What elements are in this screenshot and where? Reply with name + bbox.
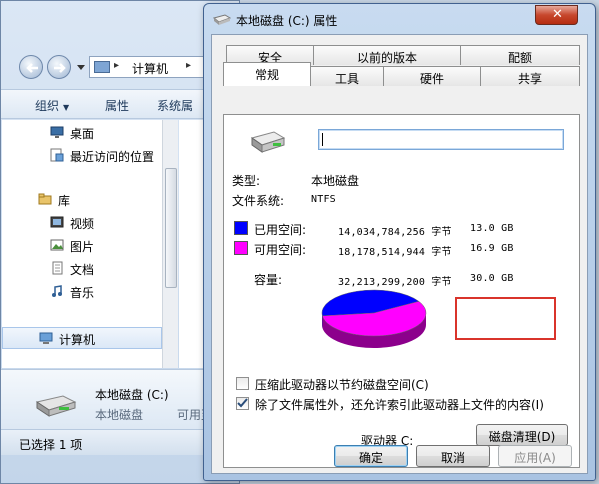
nav-item-label: 音乐: [70, 286, 95, 300]
tab-hardware[interactable]: 硬件: [383, 66, 481, 86]
hard-drive-icon: [250, 131, 286, 153]
properties-dialog: 本地磁盘 (C:) 属性 ✕ 安全 以前的版本 配额 常规 工具 硬件 共享 类…: [203, 3, 596, 481]
capacity-size: 30.0 GB: [470, 273, 514, 284]
divider: [232, 213, 548, 214]
selected-item-name: 本地磁盘 (C:): [95, 388, 169, 402]
index-label[interactable]: 除了文件属性外，还允许索引此驱动器上文件的内容(I): [255, 396, 544, 413]
computer-icon: [94, 61, 110, 73]
computer-icon: [39, 332, 53, 344]
nav-item-label: 图片: [70, 240, 95, 254]
disk-cleanup-button[interactable]: 磁盘清理(D): [476, 424, 568, 446]
system-properties-button[interactable]: 系统属: [157, 97, 193, 114]
video-icon: [50, 216, 64, 228]
divider: [232, 263, 548, 264]
index-checkbox[interactable]: [236, 397, 249, 410]
close-icon: ✕: [552, 7, 563, 22]
free-space-size: 16.9 GB: [470, 243, 514, 254]
document-icon: [52, 261, 63, 275]
compress-label[interactable]: 压缩此驱动器以节约磁盘空间(C): [255, 376, 429, 393]
nav-item-pictures[interactable]: 图片: [2, 235, 162, 257]
nav-item-label: 视频: [70, 217, 95, 231]
cancel-button[interactable]: 取消: [416, 445, 490, 467]
music-icon: [52, 285, 62, 297]
free-space-bytes: 18,178,514,944 字节: [338, 247, 452, 258]
free-space-swatch: [234, 241, 248, 255]
disk-usage-pie-chart: [319, 287, 429, 353]
type-label: 类型:: [232, 174, 261, 188]
address-separator[interactable]: ▸: [186, 60, 191, 71]
picture-icon: [50, 239, 64, 251]
chevron-down-icon: ▼: [63, 103, 70, 112]
back-arrow-icon: [26, 63, 38, 73]
general-tab-panel: 类型: 本地磁盘 文件系统: NTFS 已用空间: 14,034,784,256…: [223, 114, 580, 468]
nav-item-label: 最近访问的位置: [70, 150, 155, 164]
address-location[interactable]: 计算机: [132, 60, 168, 77]
apply-button[interactable]: 应用(A): [498, 445, 572, 467]
scrollbar-thumb[interactable]: [165, 168, 177, 288]
forward-button[interactable]: [47, 55, 71, 79]
used-space-bytes: 14,034,784,256 字节: [338, 227, 452, 238]
nav-item-music[interactable]: 音乐: [2, 281, 162, 303]
hard-drive-icon: [35, 395, 77, 417]
capacity-label: 容量:: [254, 273, 283, 287]
recent-places-icon: [50, 148, 64, 162]
nav-item-recent-places[interactable]: 最近访问的位置: [2, 145, 162, 167]
type-value: 本地磁盘: [311, 174, 360, 188]
nav-item-label: 文档: [70, 263, 95, 277]
properties-button[interactable]: 属性: [105, 97, 129, 114]
recent-pages-dropdown-icon[interactable]: [77, 63, 85, 71]
tab-tools[interactable]: 工具: [310, 66, 384, 86]
navigation-scrollbar[interactable]: [162, 120, 178, 368]
organize-menu[interactable]: 组织 ▼: [35, 97, 69, 114]
close-button[interactable]: ✕: [535, 5, 578, 25]
tab-sharing[interactable]: 共享: [480, 66, 580, 86]
forward-arrow-icon: [54, 63, 66, 73]
used-space-label: 已用空间:: [254, 223, 307, 237]
navigation-pane: 桌面 最近访问的位置 库 视频 图片 文档 音乐 计算机: [2, 120, 162, 368]
compress-checkbox[interactable]: [236, 377, 249, 390]
dialog-title: 本地磁盘 (C:) 属性: [236, 14, 338, 28]
checkmark-icon: [237, 398, 248, 408]
nav-item-label: 库: [58, 194, 71, 208]
status-text: 已选择 1 项: [19, 438, 83, 452]
dialog-body: 安全 以前的版本 配额 常规 工具 硬件 共享 类型: 本地磁盘 文件系统: N…: [211, 34, 588, 474]
free-space-label: 可用空间:: [254, 243, 307, 257]
nav-item-label: 桌面: [70, 127, 95, 141]
filesystem-label: 文件系统:: [232, 194, 285, 208]
filesystem-value: NTFS: [311, 194, 336, 205]
used-space-size: 13.0 GB: [470, 223, 514, 234]
library-icon: [38, 193, 52, 205]
used-space-swatch: [234, 221, 248, 235]
selected-item-type: 本地磁盘: [95, 408, 144, 422]
nav-item-documents[interactable]: 文档: [2, 258, 162, 280]
tab-previous-versions[interactable]: 以前的版本: [313, 45, 461, 65]
nav-item-desktop[interactable]: 桌面: [2, 122, 162, 144]
hard-drive-icon: [213, 14, 231, 25]
nav-item-computer[interactable]: 计算机: [2, 327, 162, 349]
back-button[interactable]: [19, 55, 43, 79]
capacity-bytes: 32,213,299,200 字节: [338, 277, 452, 288]
ok-button[interactable]: 确定: [334, 445, 408, 467]
tab-quota[interactable]: 配额: [460, 45, 580, 65]
nav-item-label: 计算机: [59, 333, 96, 347]
desktop-icon: [50, 126, 64, 138]
volume-label-input[interactable]: [318, 129, 564, 150]
cleanup-highlight-box: [455, 297, 556, 340]
nav-item-libraries[interactable]: 库: [2, 189, 162, 211]
text-caret: [322, 133, 323, 146]
nav-item-video[interactable]: 视频: [2, 212, 162, 234]
address-separator[interactable]: ▸: [114, 60, 119, 71]
tab-general[interactable]: 常规: [223, 62, 311, 86]
